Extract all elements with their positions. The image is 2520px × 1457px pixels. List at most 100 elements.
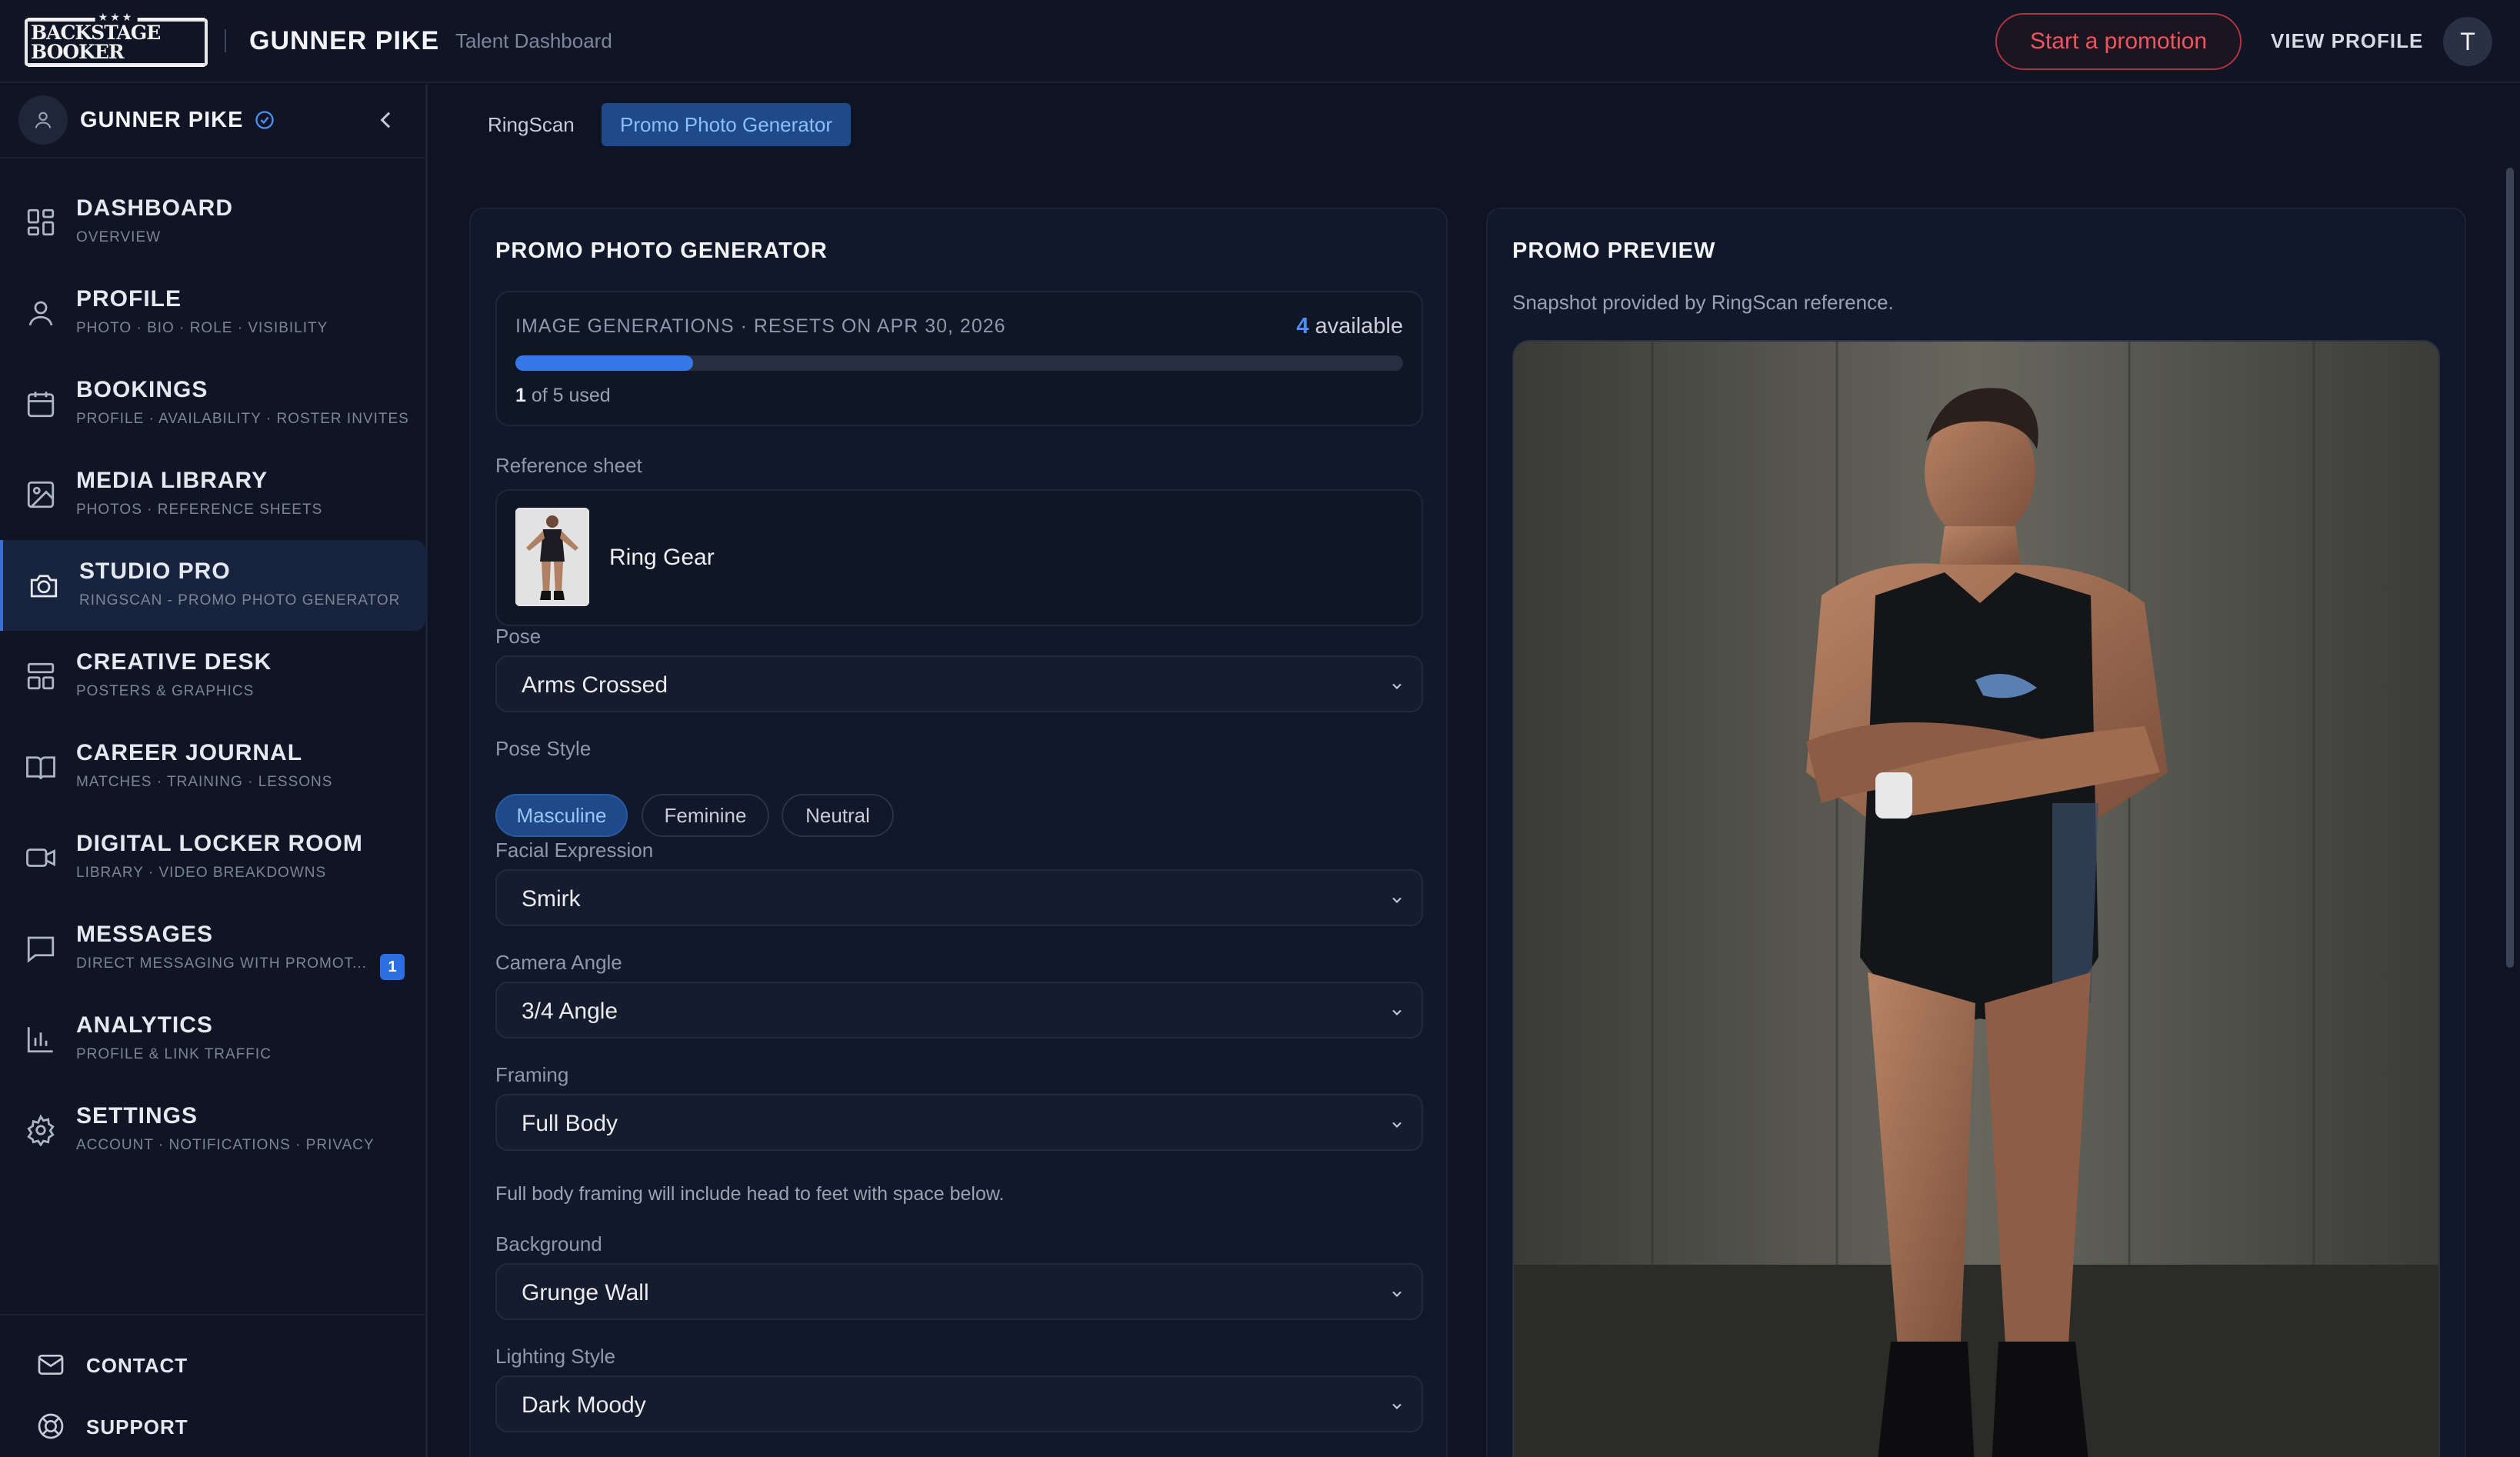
sidebar-item-bookings[interactable]: BOOKINGS PROFILE · AVAILABILITY · ROSTER… [0,358,425,449]
calendar-icon [27,392,55,418]
camera-angle-select[interactable]: 3/4 Angle [495,982,1423,1039]
sidebar-item-subtitle: RINGSCAN - PROMO PHOTO GENERATOR [79,592,401,608]
contact-link[interactable]: CONTACT [35,1346,389,1383]
top-bar: ★★★ BACKSTAGE BOOKER GUNNER PIKE Talent … [0,0,2520,83]
grid-icon [27,208,55,236]
sidebar-item-subtitle: PHOTO · BIO · ROLE · VISIBILITY [76,320,328,336]
framing-label: Framing [495,1063,569,1086]
layout-icon [27,662,55,690]
page-scrollbar[interactable] [2506,168,2514,968]
lifebuoy-icon [38,1413,64,1439]
sidebar-item-subtitle: OVERVIEW [76,229,162,245]
reference-sheet-label: Reference sheet [495,454,642,477]
sidebar-item-media-library[interactable]: MEDIA LIBRARY PHOTOS · REFERENCE SHEETS [0,449,425,540]
used-rest: of 5 used [531,385,611,406]
sidebar-item-title: STUDIO PRO [79,558,231,584]
sidebar-item-subtitle: DIRECT MESSAGING WITH PROMOT... [76,955,367,972]
page-subtitle: Talent Dashboard [455,29,612,52]
wrestler-thumbnail-image [515,508,589,606]
facial-expression-label: Facial Expression [495,839,654,862]
sidebar: GUNNER PIKE DASHBOARD OVERVIEW PROFILE P… [0,85,428,1457]
pose-style-label: Pose Style [495,737,592,760]
sidebar-item-title: SETTINGS [76,1103,198,1129]
mail-icon [38,1355,64,1375]
background-value: Grunge Wall [522,1280,649,1305]
wrestler-photo [1514,342,2438,1457]
camera-icon [30,575,58,598]
sidebar-item-title: CREATIVE DESK [76,649,272,675]
start-promotion-button[interactable]: Start a promotion [1995,13,2242,70]
sidebar-item-title: MESSAGES [76,922,214,947]
sidebar-item-title: PROFILE [76,286,182,312]
background-label: Background [495,1232,602,1255]
sidebar-item-profile[interactable]: PROFILE PHOTO · BIO · ROLE · VISIBILITY [0,268,425,358]
reference-sheet-selector[interactable]: Ring Gear [495,489,1423,626]
contact-label: CONTACT [86,1354,188,1377]
sidebar-item-analytics[interactable]: ANALYTICS PROFILE & LINK TRAFFIC [0,994,425,1085]
sidebar-header: GUNNER PIKE [0,85,425,158]
chevron-down-icon [1392,1403,1402,1409]
user-icon [35,112,52,128]
profile-avatar[interactable] [18,95,68,145]
sidebar-item-title: DASHBOARD [76,195,233,221]
generator-title: PROMO PHOTO GENERATOR [495,238,828,263]
sidebar-item-creative-desk[interactable]: CREATIVE DESK POSTERS & GRAPHICS [0,631,425,722]
reference-thumbnail [515,508,589,606]
preview-title: PROMO PREVIEW [1512,238,1716,263]
sidebar-item-title: BOOKINGS [76,377,208,402]
sidebar-item-subtitle: PROFILE & LINK TRAFFIC [76,1046,272,1062]
support-label: SUPPORT [86,1415,188,1439]
tab-promo-photo-generator[interactable]: Promo Photo Generator [602,103,852,146]
sidebar-item-digital-locker-room[interactable]: DIGITAL LOCKER ROOM LIBRARY · VIDEO BREA… [0,812,425,903]
camera-angle-value: 3/4 Angle [522,999,618,1024]
verified-icon [255,111,274,129]
sidebar-item-career-journal[interactable]: CAREER JOURNAL MATCHES · TRAINING · LESS… [0,722,425,812]
image-icon [27,481,55,508]
pose-style-masculine[interactable]: Masculine [495,794,628,837]
user-avatar[interactable]: T [2443,17,2492,66]
background-select[interactable]: Grunge Wall [495,1263,1423,1320]
quota-progress-fill [515,355,693,371]
sidebar-item-subtitle: PROFILE · AVAILABILITY · ROSTER INVITES [76,411,409,427]
sidebar-item-title: ANALYTICS [76,1012,213,1038]
sidebar-item-messages[interactable]: MESSAGES DIRECT MESSAGING WITH PROMOT...… [0,903,425,994]
sidebar-item-title: CAREER JOURNAL [76,740,303,765]
lighting-style-label: Lighting Style [495,1345,616,1368]
pose-style-neutral[interactable]: Neutral [782,794,894,837]
generator-panel: PROMO PHOTO GENERATOR IMAGE GENERATIONS … [469,208,1448,1457]
collapse-sidebar-icon[interactable] [374,108,398,132]
talent-name: GUNNER PIKE [249,26,440,55]
preview-subtitle: Snapshot provided by RingScan reference. [1512,291,1894,314]
quota-progress-bar [515,355,1403,371]
chevron-down-icon [1392,1291,1402,1297]
used-count: 1 [515,385,526,406]
framing-value: Full Body [522,1111,618,1136]
framing-select[interactable]: Full Body [495,1094,1423,1151]
support-link[interactable]: SUPPORT [35,1408,389,1445]
preview-panel: PROMO PREVIEW Snapshot provided by RingS… [1486,208,2466,1457]
sidebar-item-subtitle: PHOTOS · REFERENCE SHEETS [76,502,323,518]
chevron-down-icon [1392,1009,1402,1015]
lighting-style-select[interactable]: Dark Moody [495,1375,1423,1432]
logo-text: BACKSTAGE BOOKER [28,18,205,67]
brand-logo[interactable]: ★★★ BACKSTAGE BOOKER [25,11,208,67]
pose-style-feminine[interactable]: Feminine [642,794,769,837]
unread-badge: 1 [380,954,405,980]
sidebar-nav: DASHBOARD OVERVIEW PROFILE PHOTO · BIO ·… [0,177,425,1175]
tab-ringscan[interactable]: RingScan [469,103,593,146]
quota-used: 1 of 5 used [515,385,611,407]
video-icon [26,849,55,867]
reference-name: Ring Gear [609,545,715,570]
sidebar-item-subtitle: MATCHES · TRAINING · LESSONS [76,774,333,790]
sidebar-item-dashboard[interactable]: DASHBOARD OVERVIEW [0,177,425,268]
pose-select[interactable]: Arms Crossed [495,655,1423,712]
user-icon [28,301,53,326]
sidebar-item-settings[interactable]: SETTINGS ACCOUNT · NOTIFICATIONS · PRIVA… [0,1085,425,1175]
available-count: 4 [1296,314,1309,338]
view-profile-link[interactable]: VIEW PROFILE [2271,29,2423,53]
sidebar-item-subtitle: POSTERS & GRAPHICS [76,683,255,699]
sidebar-item-studio-pro[interactable]: STUDIO PRO RINGSCAN - PROMO PHOTO GENERA… [0,540,425,631]
book-icon [26,756,55,780]
pose-label: Pose [495,625,542,648]
facial-expression-select[interactable]: Smirk [495,869,1423,926]
